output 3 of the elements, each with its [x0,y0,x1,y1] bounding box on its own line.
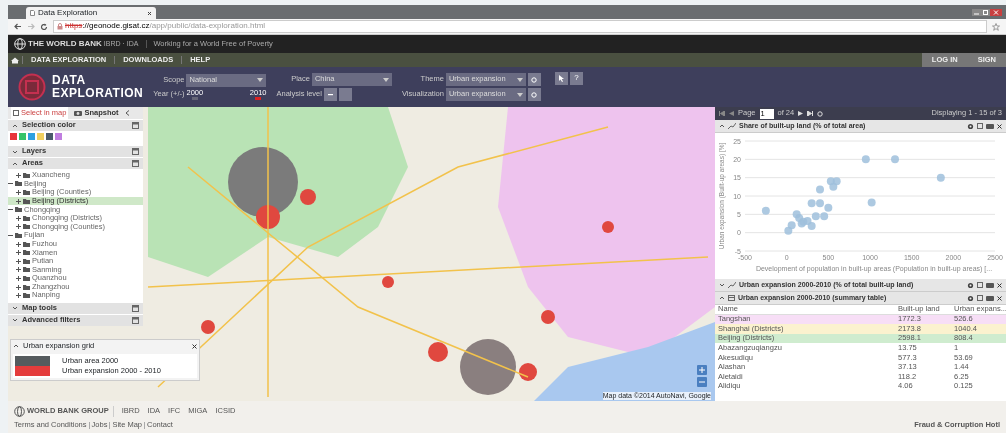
brand-name: THE WORLD BANK [28,39,102,49]
app-title: EXPLORATION [52,87,144,100]
app-title: DATA [52,74,87,87]
